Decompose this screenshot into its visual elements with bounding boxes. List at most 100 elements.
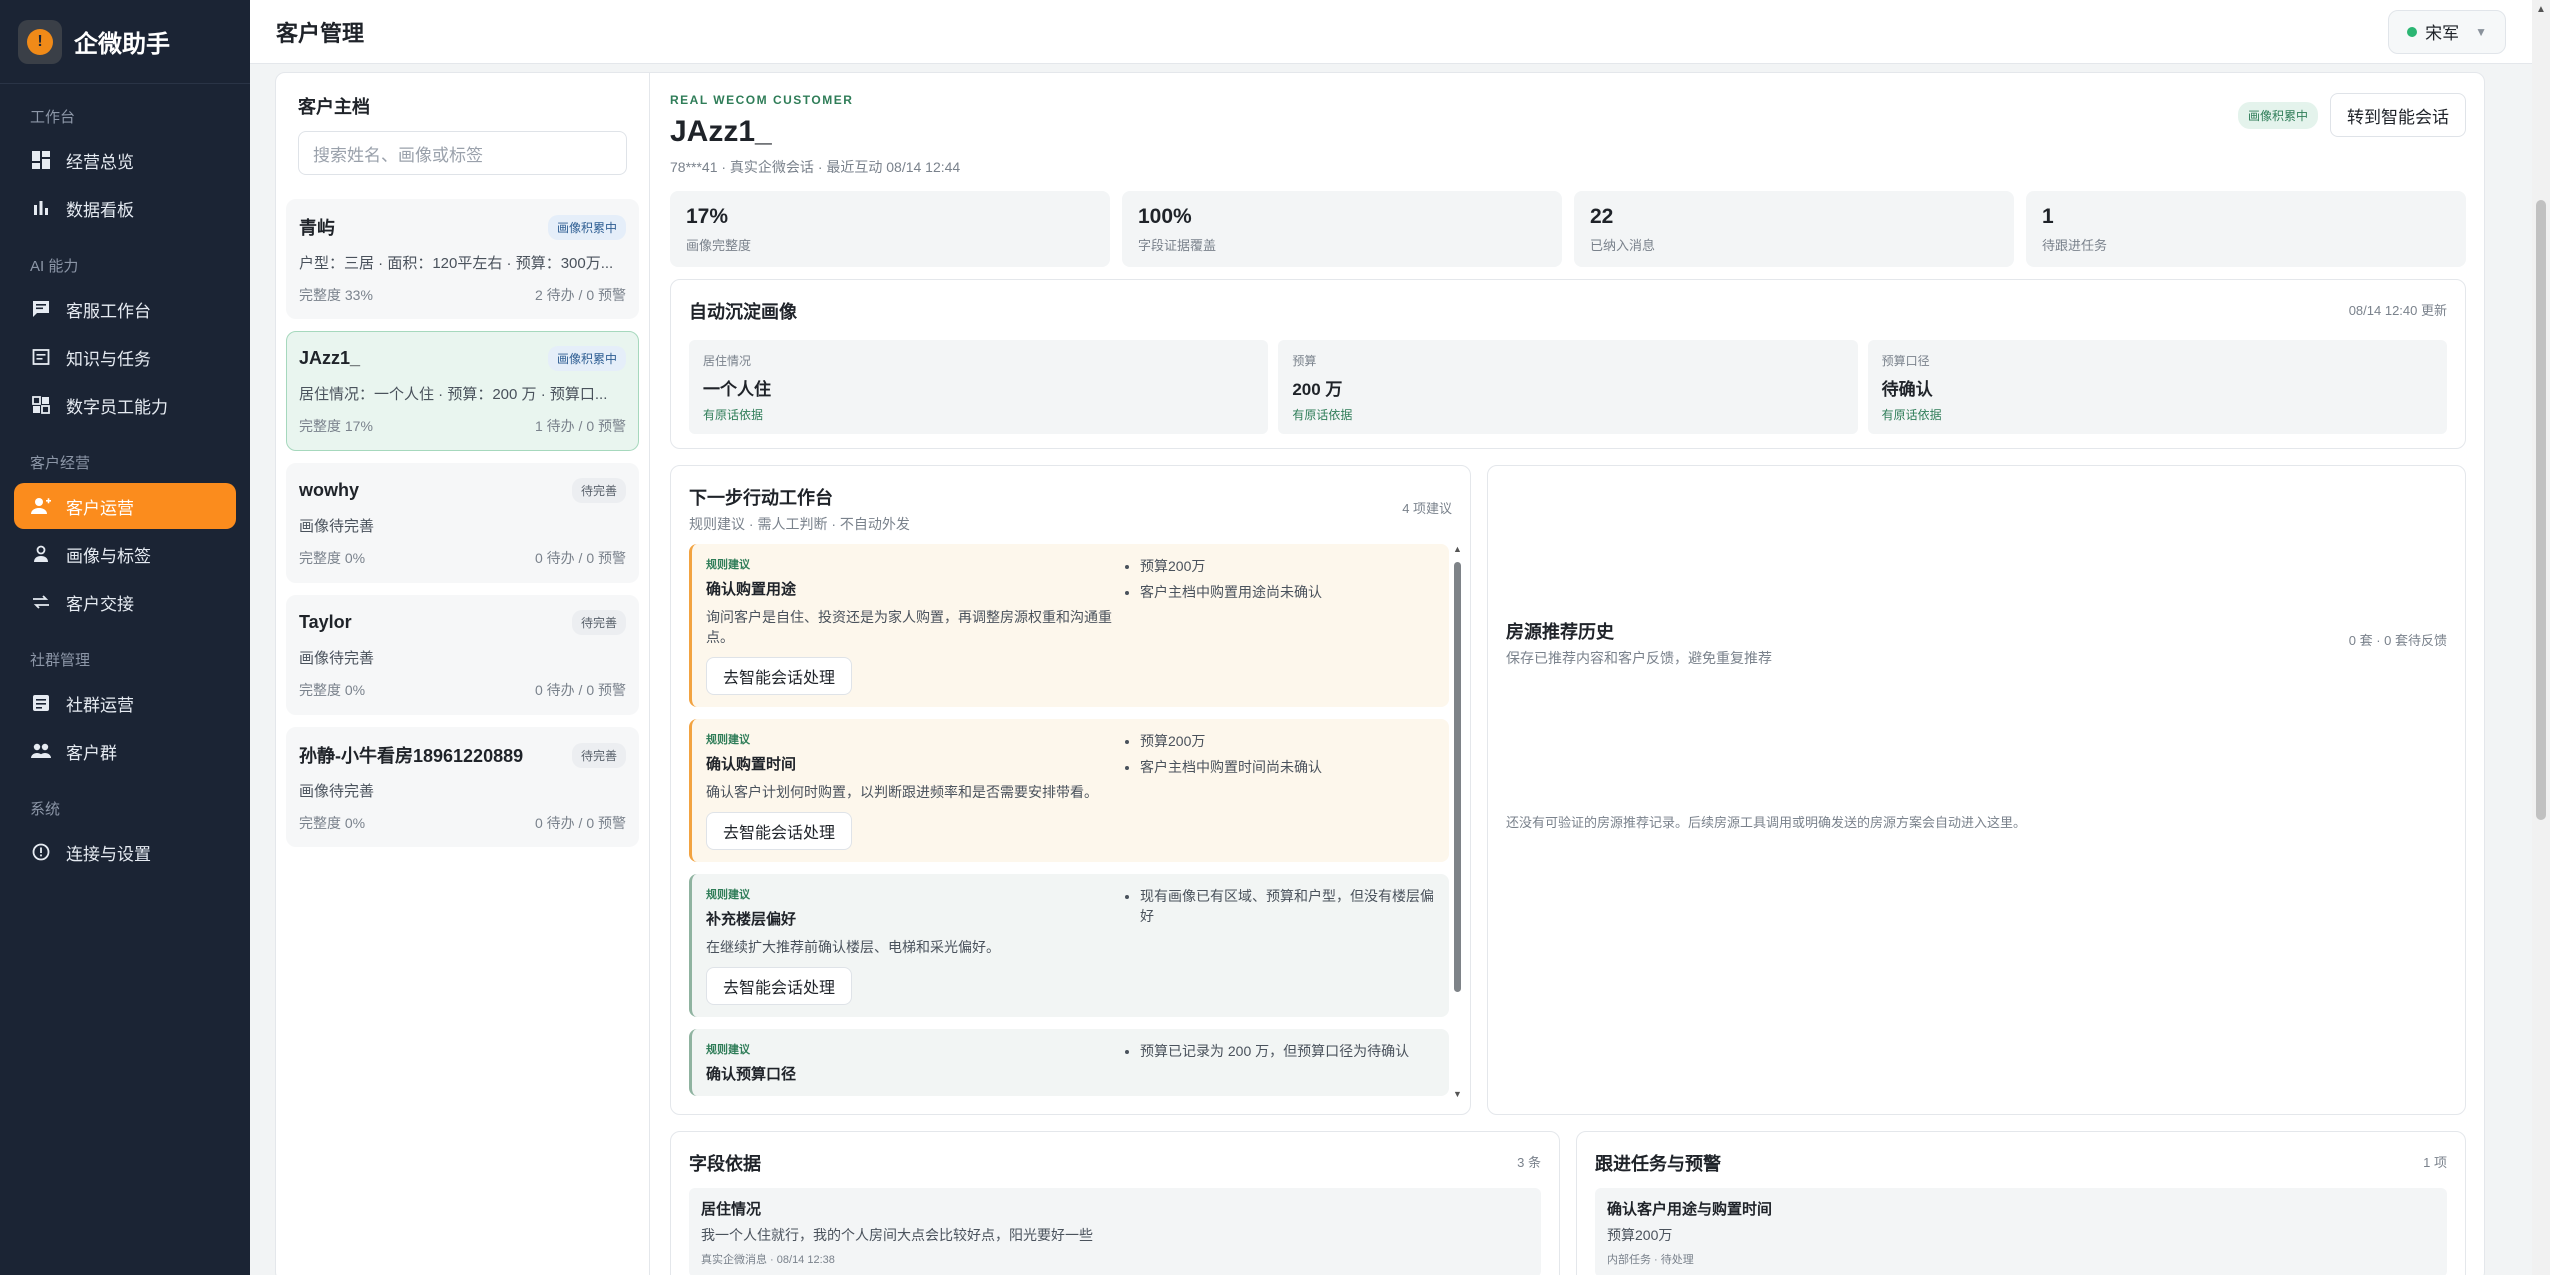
action-list-scrollbar[interactable]: ▲ ▼ [1451,544,1463,1099]
action-title: 补充楼层偏好 [706,911,797,928]
todo-count: 0 待办 / 0 预警 [534,682,626,698]
portrait-status-pill: 画像积累中 [2237,101,2318,129]
detail-eyebrow: REAL WECOM CUSTOMER [670,93,854,107]
sidebar-item-customer-ops[interactable]: 客户运营 [14,483,236,529]
evidence-title: 居住情况 [701,1201,762,1218]
bar-chart-icon [30,197,52,219]
scroll-up-icon[interactable]: ▲ [2536,4,2546,15]
customer-name: JAzz1_ [299,348,361,368]
action-item: 规则建议 补充楼层偏好 在继续扩大推荐前确认楼层、电梯和采光偏好。 去智能会话处… [689,874,1449,1017]
stat-label: 字段证据覆盖 [1138,238,1217,253]
scroll-down-icon[interactable]: ▼ [1453,1089,1462,1099]
customer-name: Taylor [299,612,352,632]
customer-summary: 居住情况：一个人住 · 预算：200 万 · 预算口... [299,386,608,403]
card-title: 跟进任务与预警 [1595,1154,1721,1174]
stat-messages: 22 已纳入消息 [1574,191,2014,267]
fact-source: 有原话依据 [1292,408,1353,422]
handle-in-chat-button[interactable]: 去智能会话处理 [706,657,853,695]
sidebar-item-label: 连接与设置 [66,844,151,864]
sidebar-item-community-ops[interactable]: 社群运营 [14,680,236,726]
portrait-updated: 08/14 12:40 更新 [2348,303,2447,318]
customer-card-taylor[interactable]: Taylor 待完善 画像待完善 完整度 0% 0 待办 / 0 预警 [286,595,639,715]
user-name: 宋军 [2425,24,2460,43]
nav-section-ai: AI 能力 [30,258,79,275]
status-badge: 待完善 [571,610,626,635]
customer-card-jazz1[interactable]: JAzz1_ 画像积累中 居住情况：一个人住 · 预算：200 万 · 预算口.… [286,331,639,451]
fact-source: 有原话依据 [1881,408,1942,422]
customer-card-wowhy[interactable]: wowhy 待完善 画像待完善 完整度 0% 0 待办 / 0 预警 [286,463,639,583]
sidebar: ! 企微助手 工作台 经营总览 数据看板 AI 能力 客服工作台 知识与任务 数… [0,0,250,1275]
action-tag: 规则建议 [706,734,750,746]
history-count: 0 套 · 0 套待反馈 [2348,633,2447,648]
page-scrollbar-thumb[interactable] [2536,200,2546,820]
page-scrollbar[interactable]: ▲ [2532,0,2550,1275]
customer-card-sunjing[interactable]: 孙静-小牛看房18961220889 待完善 画像待完善 完整度 0% 0 待办… [286,727,639,847]
online-status-icon [2407,26,2418,37]
auto-portrait-card: 自动沉淀画像 08/14 12:40 更新 居住情况 一个人住 有原话依据 预算… [670,279,2466,449]
action-desc: 在继续扩大推荐前确认楼层、电梯和采光偏好。 [706,939,1000,955]
fact-living: 居住情况 一个人住 有原话依据 [689,340,1269,434]
action-desc: 确认客户计划何时购置，以判断跟进频率和是否需要安排带看。 [706,784,1098,800]
fact-key: 居住情况 [703,354,752,368]
customer-name: wowhy [299,480,360,500]
topbar: 客户管理 宋军 ▼ [250,0,2532,64]
stat-value: 17% [686,205,729,228]
action-evidence: 客户主档中购置用途尚未确认 [1140,582,1435,602]
sidebar-item-service-desk[interactable]: 客服工作台 [14,286,236,332]
customer-summary: 画像待完善 [299,783,375,800]
action-list[interactable]: 规则建议 确认购置用途 询问客户是自住、投资还是为家人购置，再调整房源权重和沟通… [689,544,1463,1099]
action-evidence: 现有画像已有区域、预算和户型，但没有楼层偏好 [1140,886,1435,926]
stat-value: 100% [1138,205,1192,228]
sidebar-item-portrait-tags[interactable]: 画像与标签 [14,531,236,577]
action-tag: 规则建议 [706,559,750,571]
card-title: 字段依据 [689,1154,761,1174]
action-evidence: 预算200万 [1140,556,1435,576]
customer-management-panel: 客户主档 搜索姓名、画像或标签 青屿 画像积累中 户型：三居 · 面积：120平… [275,72,2485,1275]
sidebar-item-digital-staff[interactable]: 数字员工能力 [14,382,236,428]
handle-in-chat-button[interactable]: 去智能会话处理 [706,967,853,1005]
action-item: 规则建议 确认购置时间 确认客户计划何时购置，以判断跟进频率和是否需要安排带看。… [689,719,1449,862]
apps-icon [30,394,52,416]
sidebar-item-handover[interactable]: 客户交接 [14,579,236,625]
sidebar-item-label: 数字员工能力 [66,397,168,417]
card-title: 房源推荐历史 [1506,622,1615,642]
card-title: 下一步行动工作台 [689,488,833,508]
stat-value: 1 [2042,205,2054,228]
fact-value: 一个人住 [703,380,771,399]
sidebar-item-customer-groups[interactable]: 客户群 [14,728,236,774]
sidebar-item-data-board[interactable]: 数据看板 [14,185,236,231]
evidence-item: 居住情况 我一个人住就行，我的个人房间大点会比较好点，阳光要好一些 真实企微消息… [689,1188,1541,1275]
info-icon [30,841,52,863]
brand-name: 企微助手 [74,31,170,58]
sidebar-item-label: 客户群 [66,743,117,763]
sidebar-item-label: 客服工作台 [66,301,151,321]
stat-value: 22 [1590,205,1614,228]
card-title: 自动沉淀画像 [689,302,797,322]
user-menu[interactable]: 宋军 ▼ [2388,9,2506,54]
action-list-scrollbar-thumb[interactable] [1454,562,1461,992]
fact-key: 预算口径 [1881,354,1930,368]
search-input[interactable]: 搜索姓名、画像或标签 [298,131,627,175]
sidebar-item-knowledge[interactable]: 知识与任务 [14,334,236,380]
sidebar-item-label: 社群运营 [66,695,134,715]
scroll-up-icon[interactable]: ▲ [1453,544,1462,554]
handle-in-chat-button[interactable]: 去智能会话处理 [706,812,853,850]
nav-section-system: 系统 [30,801,61,818]
customer-name: 青屿 [299,218,335,238]
fact-budget-scope: 预算口径 待确认 有原话依据 [1867,340,2447,434]
sidebar-item-overview[interactable]: 经营总览 [14,137,236,183]
customer-card-qingyu[interactable]: 青屿 画像积累中 户型：三居 · 面积：120平左右 · 预算：300万... … [286,199,639,319]
go-to-smart-chat-button[interactable]: 转到智能会话 [2330,93,2466,137]
action-tag: 规则建议 [706,1044,750,1056]
todo-count: 2 待办 / 0 预警 [534,287,626,303]
completeness: 完整度 0% [299,550,366,566]
sidebar-item-label: 数据看板 [66,200,134,220]
status-badge: 待完善 [571,742,626,768]
stat-label: 待跟进任务 [2042,238,2108,253]
action-title: 确认购置用途 [706,581,797,598]
card-subtitle: 保存已推荐内容和客户反馈，避免重复推荐 [1506,650,1773,666]
sidebar-item-settings[interactable]: 连接与设置 [14,829,236,875]
task-item[interactable]: 确认客户用途与购置时间 预算200万 内部任务 · 待处理 [1595,1188,2447,1275]
stat-label: 已纳入消息 [1590,238,1656,253]
completeness: 完整度 0% [299,815,366,831]
